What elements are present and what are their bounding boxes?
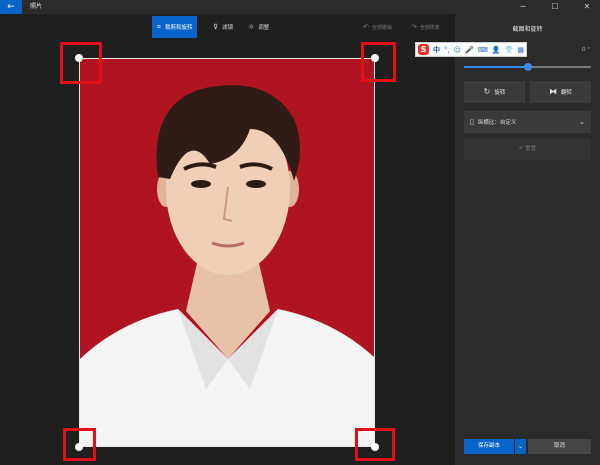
chevron-down-icon: ⌄ — [517, 443, 524, 450]
reset-icon: ↶ — [518, 146, 524, 152]
rotate-label: 旋转 — [494, 90, 506, 96]
filter-icon: ⊽ — [213, 23, 219, 31]
chevron-down-icon: ⌄ — [579, 118, 585, 126]
flip-label: 翻转 — [560, 90, 572, 96]
cancel-button[interactable]: 取消 — [528, 439, 591, 454]
back-arrow-icon: ← — [7, 2, 15, 12]
punctuation-icon[interactable]: °, — [444, 46, 450, 54]
straighten-slider-thumb[interactable] — [523, 63, 532, 71]
skin-icon[interactable]: 👕 — [505, 46, 514, 54]
save-copy-button[interactable]: 保存副本 — [464, 439, 514, 454]
keyboard-icon[interactable]: ⌨ — [478, 46, 488, 54]
edit-toolbar: ⌗ 裁剪和旋转 ⊽ 滤镜 ☼ 调整 ↶ 全部撤销 ↷ 全部恢复 — [0, 14, 455, 40]
panel-title: 截图和旋转 — [512, 26, 543, 33]
flip-button[interactable]: ⧓ 翻转 — [530, 81, 591, 103]
close-icon: ✕ — [583, 2, 591, 11]
straighten-slider[interactable] — [464, 63, 591, 71]
maximize-icon: ☐ — [551, 2, 559, 11]
minimize-icon: ─ — [520, 2, 526, 11]
toolbox-icon[interactable]: ▦ — [517, 46, 524, 54]
app-title: 照片 — [30, 3, 43, 10]
maximize-button[interactable]: ☐ — [544, 0, 566, 14]
crop-icon: ⌗ — [157, 23, 161, 31]
title-bar: ← 照片 ─ ☐ ✕ — [0, 0, 600, 14]
sogou-logo-icon[interactable]: S — [418, 44, 429, 55]
crop-rotate-panel: 截图和旋转 0 ° ↻ 旋转 ⧓ 翻转 ▯ 纵横比：自定义 ⌄ ↶ 重置 保存副本 ⌄… — [455, 14, 600, 465]
aspect-ratio-icon: ▯ — [470, 118, 474, 126]
portrait-illustration — [80, 59, 374, 446]
back-button[interactable]: ← — [0, 0, 22, 14]
annotation-box-top-left — [60, 42, 102, 84]
undo-all-button[interactable]: ↶ 全部撤销 — [363, 16, 392, 38]
tab-filters[interactable]: ⊽ 滤镜 — [208, 16, 238, 38]
redo-all-button[interactable]: ↷ 全部恢复 — [411, 16, 440, 38]
tab-adjust-label: 调整 — [258, 25, 270, 31]
user-icon[interactable]: 👤 — [492, 46, 501, 54]
flip-icon: ⧓ — [548, 87, 557, 96]
redo-icon: ↷ — [411, 23, 417, 31]
rotate-button[interactable]: ↻ 旋转 — [464, 81, 525, 103]
tab-adjust[interactable]: ☼ 调整 — [243, 16, 274, 38]
annotation-box-top-right — [361, 42, 396, 82]
ime-toolbar: S 中 °, ☺ 🎤 ⌨ 👤 👕 ▦ — [415, 42, 527, 57]
brightness-icon: ☼ — [248, 23, 255, 31]
tab-crop-rotate[interactable]: ⌗ 裁剪和旋转 — [152, 16, 198, 38]
ime-mode-toggle[interactable]: 中 — [433, 45, 440, 55]
portrait-photo — [79, 58, 375, 447]
rotate-icon: ↻ — [483, 87, 491, 96]
microphone-icon[interactable]: 🎤 — [465, 46, 474, 54]
photo-canvas — [0, 40, 455, 465]
tab-crop-rotate-label: 裁剪和旋转 — [164, 25, 193, 31]
tab-filters-label: 滤镜 — [222, 25, 234, 31]
reset-label: 重置 — [525, 146, 537, 152]
annotation-box-bottom-left — [63, 428, 96, 461]
emoji-icon[interactable]: ☺ — [454, 46, 461, 54]
straighten-slider-fill — [464, 66, 528, 68]
redo-all-label: 全部恢复 — [419, 25, 440, 31]
aspect-ratio-dropdown[interactable]: ▯ 纵横比：自定义 ⌄ — [464, 111, 591, 133]
save-options-button[interactable]: ⌄ — [515, 439, 526, 454]
annotation-box-bottom-right — [355, 428, 395, 461]
reset-button[interactable]: ↶ 重置 — [464, 138, 591, 160]
close-button[interactable]: ✕ — [576, 0, 598, 14]
minimize-button[interactable]: ─ — [512, 0, 534, 14]
undo-icon: ↶ — [363, 23, 369, 31]
aspect-ratio-label: 纵横比：自定义 — [477, 120, 517, 126]
straighten-value: 0 ° — [582, 47, 590, 53]
undo-all-label: 全部撤销 — [371, 25, 392, 31]
